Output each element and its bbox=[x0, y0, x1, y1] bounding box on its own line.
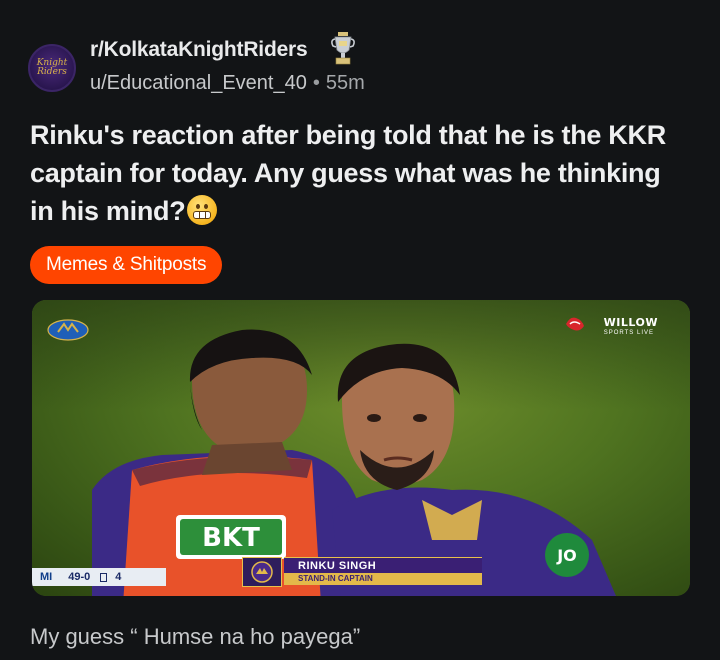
mi-team-logo bbox=[47, 319, 89, 341]
willow-logo-icon bbox=[566, 317, 584, 331]
post-meta: u/Educational_Event_40 • 55m bbox=[90, 72, 365, 95]
broadcaster-name: WILLOW bbox=[603, 316, 658, 329]
caption-player-name: RINKU SINGH bbox=[284, 557, 482, 573]
caption-player-role: STAND-IN CAPTAIN bbox=[284, 573, 482, 585]
post-age: 55m bbox=[325, 72, 365, 94]
post-body-text: My guess “ Humse na ho payega” bbox=[30, 624, 361, 649]
avatar-logo-text: Knight Riders bbox=[36, 58, 68, 77]
post-header: Knight Riders r/KolkataKnightRiders u/Ed… bbox=[28, 32, 688, 96]
author-name[interactable]: u/Educational_Event_40 bbox=[90, 72, 307, 94]
subreddit-avatar[interactable]: Knight Riders bbox=[28, 44, 76, 92]
post-image[interactable]: BKT JO WILLOW SPORTS LIVE MI 49-0 4 RINK… bbox=[32, 300, 690, 596]
kkr-logo-icon bbox=[242, 557, 282, 587]
score-overs: 4 bbox=[115, 571, 122, 583]
score-team: MI bbox=[40, 571, 53, 583]
post-flair[interactable]: Memes & Shitposts bbox=[30, 246, 223, 284]
svg-text:JO: JO bbox=[556, 546, 577, 565]
meta-separator: • bbox=[312, 72, 320, 94]
grimacing-face-icon bbox=[187, 195, 218, 225]
jersey-sponsor-text: BKT bbox=[202, 523, 260, 553]
score-runs: 49-0 bbox=[68, 571, 91, 583]
player-caption: RINKU SINGH STAND-IN CAPTAIN bbox=[242, 557, 482, 587]
broadcaster-subtitle: SPORTS LIVE bbox=[603, 330, 654, 336]
bat-icon bbox=[100, 572, 108, 582]
subreddit-name[interactable]: r/KolkataKnightRiders bbox=[90, 38, 308, 62]
trophy-icon bbox=[331, 32, 355, 65]
flair-label: Memes & Shitposts bbox=[46, 254, 207, 275]
score-overlay: MI 49-0 4 bbox=[32, 568, 166, 586]
post-title-text: Rinku's reaction after being told that h… bbox=[30, 120, 666, 226]
post-title[interactable]: Rinku's reaction after being told that h… bbox=[30, 116, 680, 230]
